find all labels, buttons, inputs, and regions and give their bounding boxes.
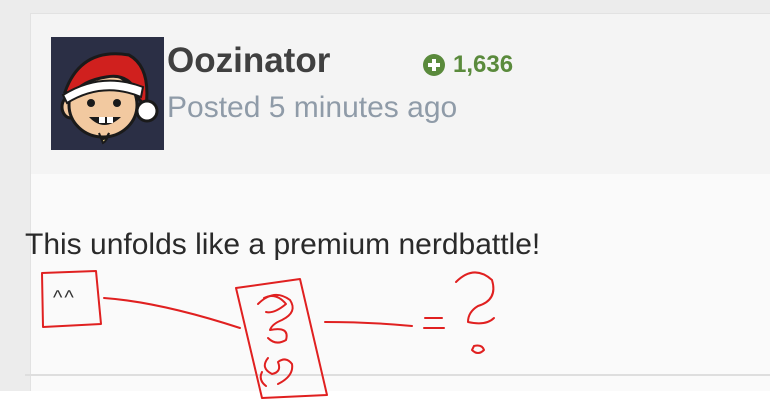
author-name[interactable]: Oozinator bbox=[167, 43, 330, 78]
post-body bbox=[31, 174, 770, 392]
caret-text: ^^ bbox=[53, 287, 76, 309]
plus-circle-icon bbox=[423, 54, 445, 76]
reputation-badge: 1,636 bbox=[423, 51, 513, 79]
posted-time[interactable]: Posted 5 minutes ago bbox=[167, 91, 457, 124]
santa-face-icon bbox=[51, 37, 164, 150]
divider bbox=[25, 374, 770, 376]
author-avatar[interactable] bbox=[51, 37, 164, 150]
reputation-count: 1,636 bbox=[453, 51, 514, 78]
post-text: This unfolds like a premium nerdbattle! bbox=[25, 228, 541, 261]
page-bottom bbox=[0, 391, 770, 401]
